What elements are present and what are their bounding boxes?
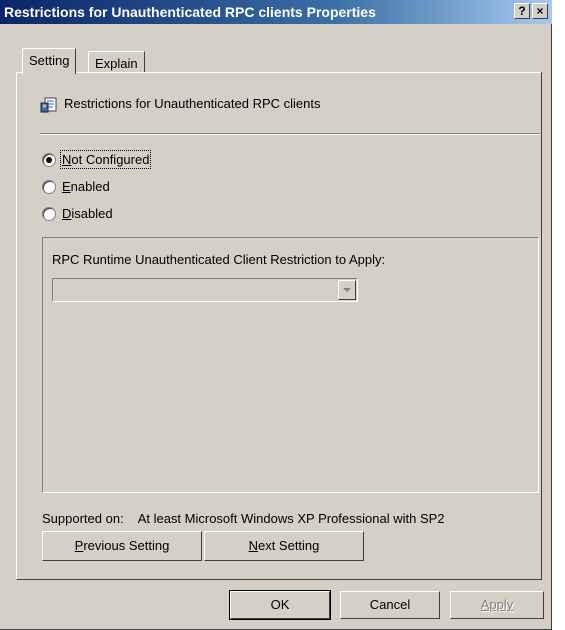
supported-on-value: At least Microsoft Windows XP Profession… (137, 511, 445, 526)
radio-not-configured[interactable]: Not Configured (42, 150, 152, 170)
policy-document-icon (40, 97, 57, 113)
options-group-box (42, 237, 539, 493)
properties-dialog: Restrictions for Unauthenticated RPC cli… (0, 0, 552, 630)
cancel-button[interactable]: Cancel (340, 591, 440, 619)
supported-on-label: Supported on: (42, 511, 124, 526)
radio-enabled-label: Enabled (62, 179, 110, 195)
apply-button[interactable]: Apply (450, 591, 544, 619)
radio-disabled-label: Disabled (62, 206, 113, 222)
restriction-combo-box (52, 278, 358, 302)
next-setting-button[interactable]: Next Setting (204, 531, 364, 561)
tab-explain[interactable]: Explain (88, 51, 145, 73)
close-icon: × (536, 4, 544, 18)
supported-on-row: Supported on: At least Microsoft Windows … (42, 511, 445, 526)
window-title: Restrictions for Unauthenticated RPC cli… (4, 4, 376, 20)
chevron-down-icon (343, 288, 351, 292)
close-button[interactable]: × (532, 3, 548, 19)
radio-button[interactable] (42, 179, 56, 194)
radio-enabled[interactable]: Enabled (42, 178, 110, 194)
radio-button[interactable] (42, 206, 56, 221)
help-icon: ? (518, 4, 526, 18)
ok-button[interactable]: OK (229, 590, 331, 620)
radio-button-checked[interactable] (42, 152, 56, 167)
tab-explain-label: Explain (95, 56, 138, 71)
help-button[interactable]: ? (514, 3, 530, 19)
separator (40, 133, 540, 135)
combo-dropdown-button (338, 280, 356, 300)
radio-disabled[interactable]: Disabled (42, 205, 113, 221)
tab-setting-label: Setting (29, 53, 70, 68)
radio-not-configured-label: Not Configured (59, 150, 152, 170)
tab-setting[interactable]: Setting (22, 48, 77, 74)
policy-name: Restrictions for Unauthenticated RPC cli… (64, 96, 321, 111)
title-bar[interactable]: Restrictions for Unauthenticated RPC cli… (0, 0, 552, 24)
previous-setting-button[interactable]: Previous Setting (42, 531, 202, 561)
group-label: RPC Runtime Unauthenticated Client Restr… (52, 252, 386, 267)
